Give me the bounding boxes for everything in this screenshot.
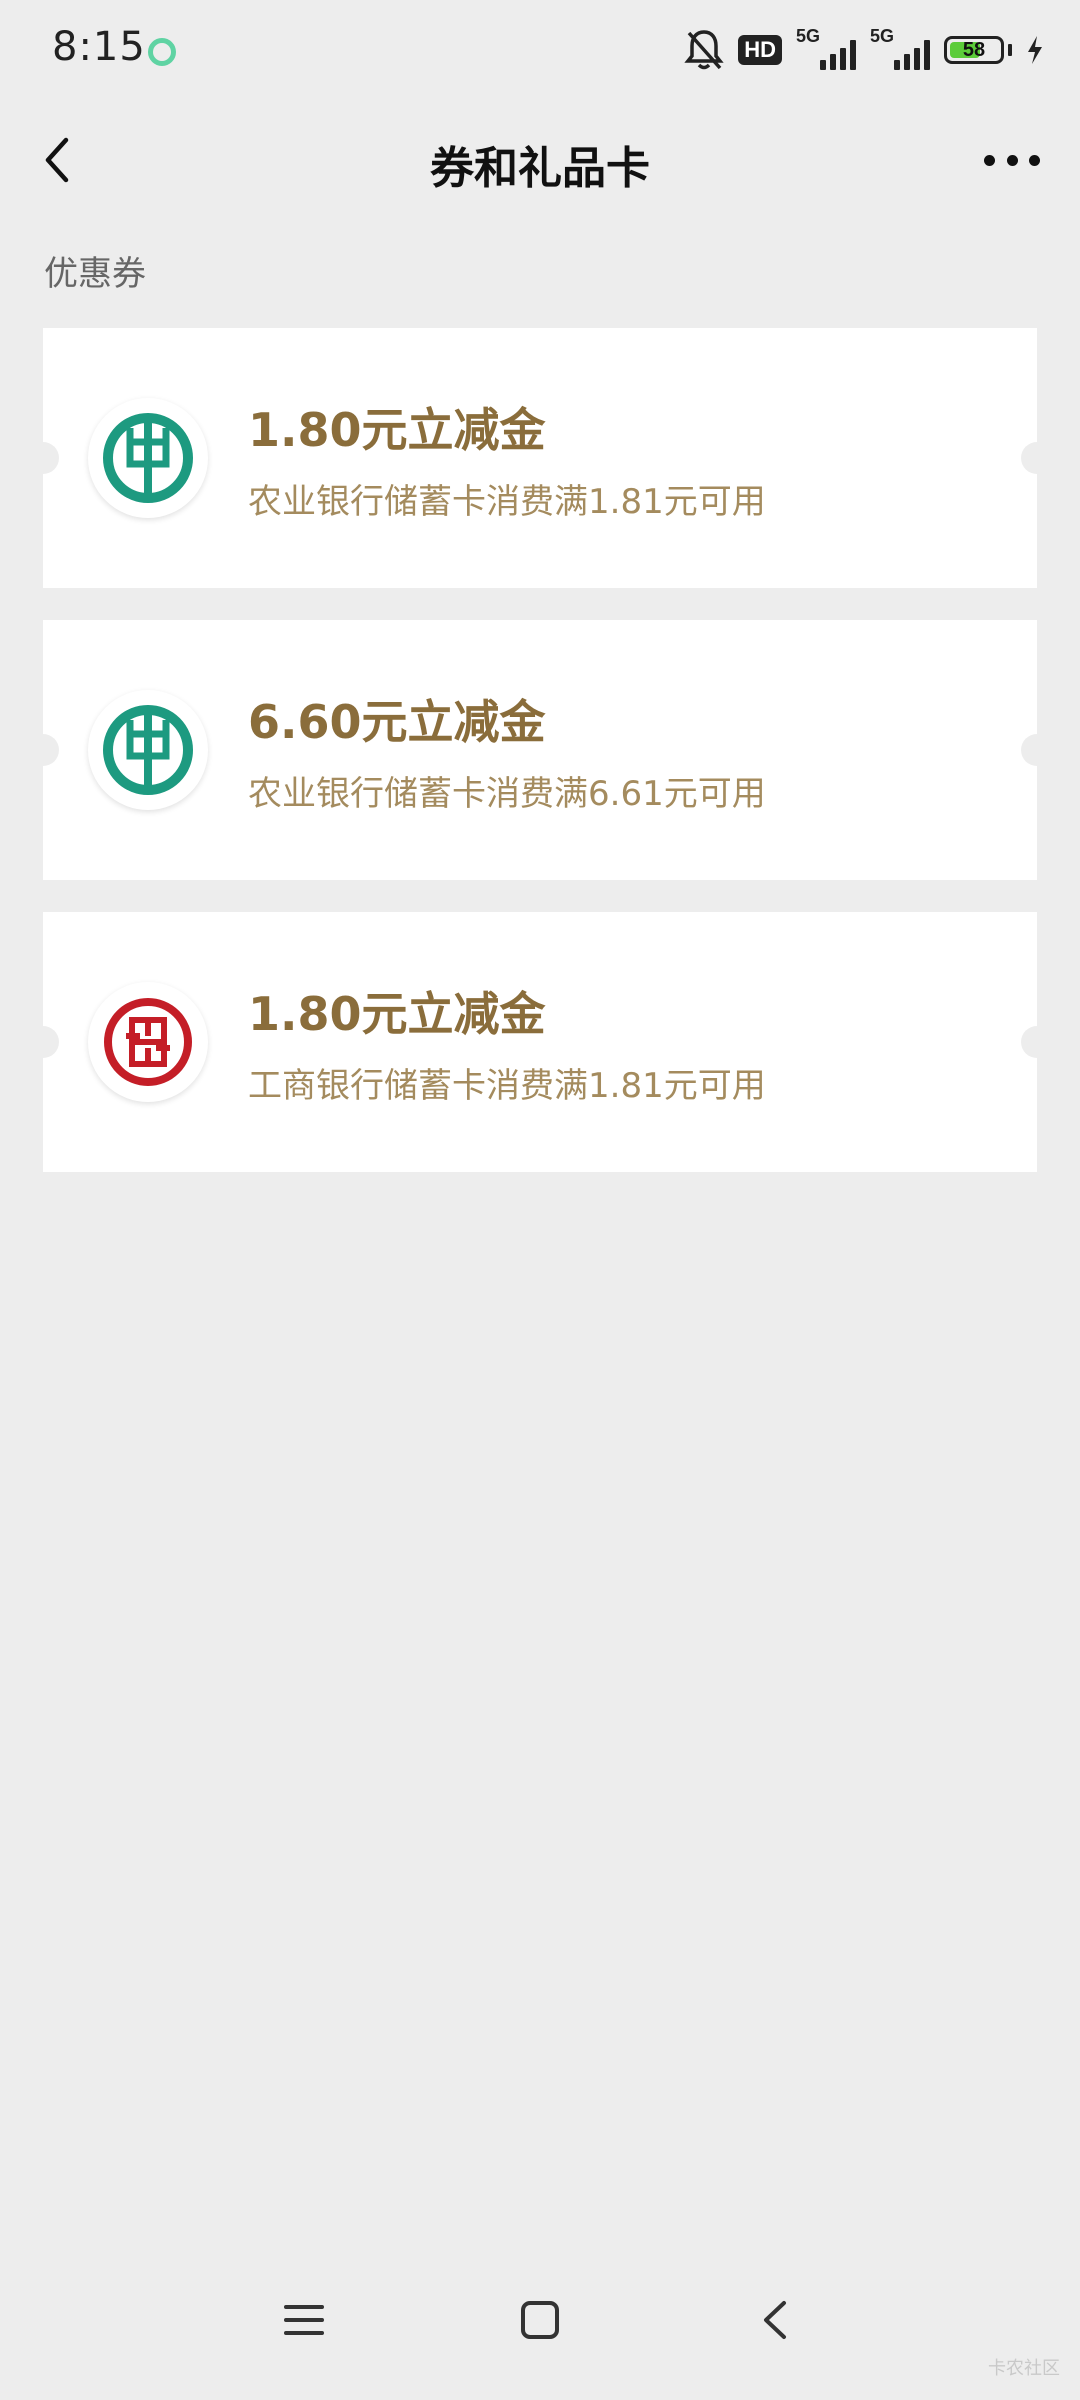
abc-bank-logo-icon <box>88 690 208 810</box>
network-type-label: 5G <box>796 26 821 46</box>
home-square-icon <box>521 2301 559 2339</box>
coupon-title: 6.60元立减金 <box>248 695 546 749</box>
dot-icon <box>984 154 995 166</box>
dot-icon <box>1029 154 1040 166</box>
status-time: 8:15 <box>52 24 146 70</box>
system-nav-bar: 卡农社区 <box>0 2270 1080 2400</box>
page-title: 券和礼品卡 <box>430 143 650 194</box>
signal-strength-icon-2: 5G <box>870 26 930 70</box>
coupon-title: 1.80元立减金 <box>248 987 546 1041</box>
menu-icon <box>284 2305 324 2335</box>
status-bar: 8:15 HD 5G 5G 58 <box>0 0 1080 100</box>
coupon-card[interactable]: 6.60元立减金 农业银行储蓄卡消费满6.61元可用 <box>27 620 1053 880</box>
coupon-title: 1.80元立减金 <box>248 403 546 457</box>
charging-icon <box>1026 35 1044 65</box>
status-icons: HD 5G 5G 58 <box>684 26 1044 74</box>
more-options-button[interactable] <box>984 148 1040 172</box>
nav-recent-apps-button[interactable] <box>284 2300 324 2340</box>
nav-home-button[interactable] <box>520 2300 560 2340</box>
chevron-left-icon <box>764 2301 786 2339</box>
coupon-list: 1.80元立减金 农业银行储蓄卡消费满1.81元可用 6.60元立减金 农业银行… <box>27 328 1053 1204</box>
abc-bank-logo-icon <box>88 398 208 518</box>
coupon-description: 农业银行储蓄卡消费满1.81元可用 <box>248 482 766 522</box>
battery-icon: 58 <box>944 36 1004 64</box>
coupon-card[interactable]: 1.80元立减金 农业银行储蓄卡消费满1.81元可用 <box>27 328 1053 588</box>
coupon-card[interactable]: 1.80元立减金 工商银行储蓄卡消费满1.81元可用 <box>27 912 1053 1172</box>
hd-voice-badge: HD <box>738 35 782 65</box>
watermark: 卡农社区 <box>988 2358 1060 2379</box>
section-label-coupons: 优惠券 <box>44 254 146 294</box>
signal-strength-icon: 5G <box>796 26 856 70</box>
network-type-label-2: 5G <box>870 26 895 46</box>
battery-level: 58 <box>962 38 986 61</box>
dot-icon <box>1006 154 1018 166</box>
battery-cap <box>1008 44 1012 56</box>
status-indicator-icon <box>148 38 176 66</box>
coupon-description: 农业银行储蓄卡消费满6.61元可用 <box>248 774 766 814</box>
nav-back-button[interactable] <box>756 2300 796 2340</box>
icbc-bank-logo-icon <box>88 982 208 1102</box>
title-bar: 券和礼品卡 <box>0 110 1080 210</box>
bell-muted-icon <box>684 28 724 72</box>
coupon-description: 工商银行储蓄卡消费满1.81元可用 <box>248 1066 766 1106</box>
